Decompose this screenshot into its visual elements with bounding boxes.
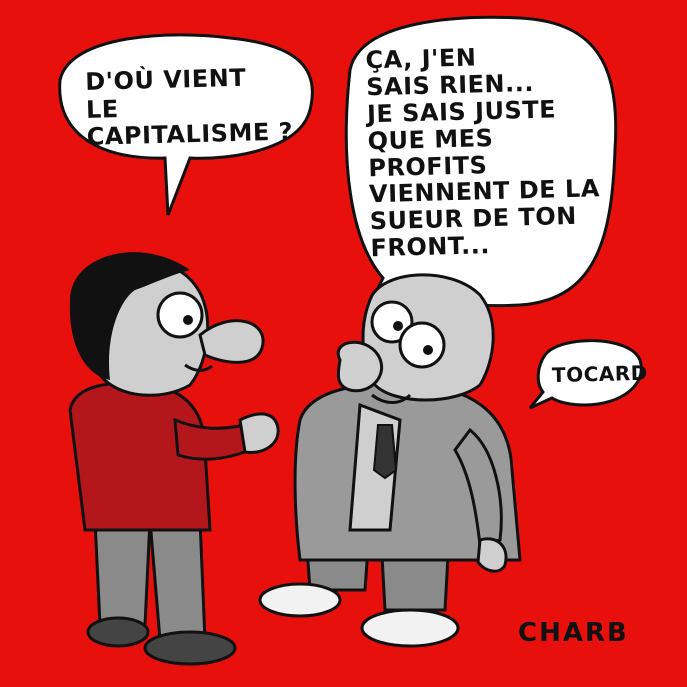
- left-character: [68, 252, 280, 666]
- answer-text: Ça, j'en sais rien... je sais juste que …: [365, 43, 601, 263]
- right-character: [258, 273, 522, 648]
- question-text: D'où vient le capitalisme ?: [84, 63, 294, 152]
- aside-text: Tocard: [551, 360, 649, 388]
- cartoon-panel: D'où vient le capitalisme ? Ça, j'en sai…: [0, 0, 687, 687]
- artist-signature: CHARB: [518, 618, 629, 648]
